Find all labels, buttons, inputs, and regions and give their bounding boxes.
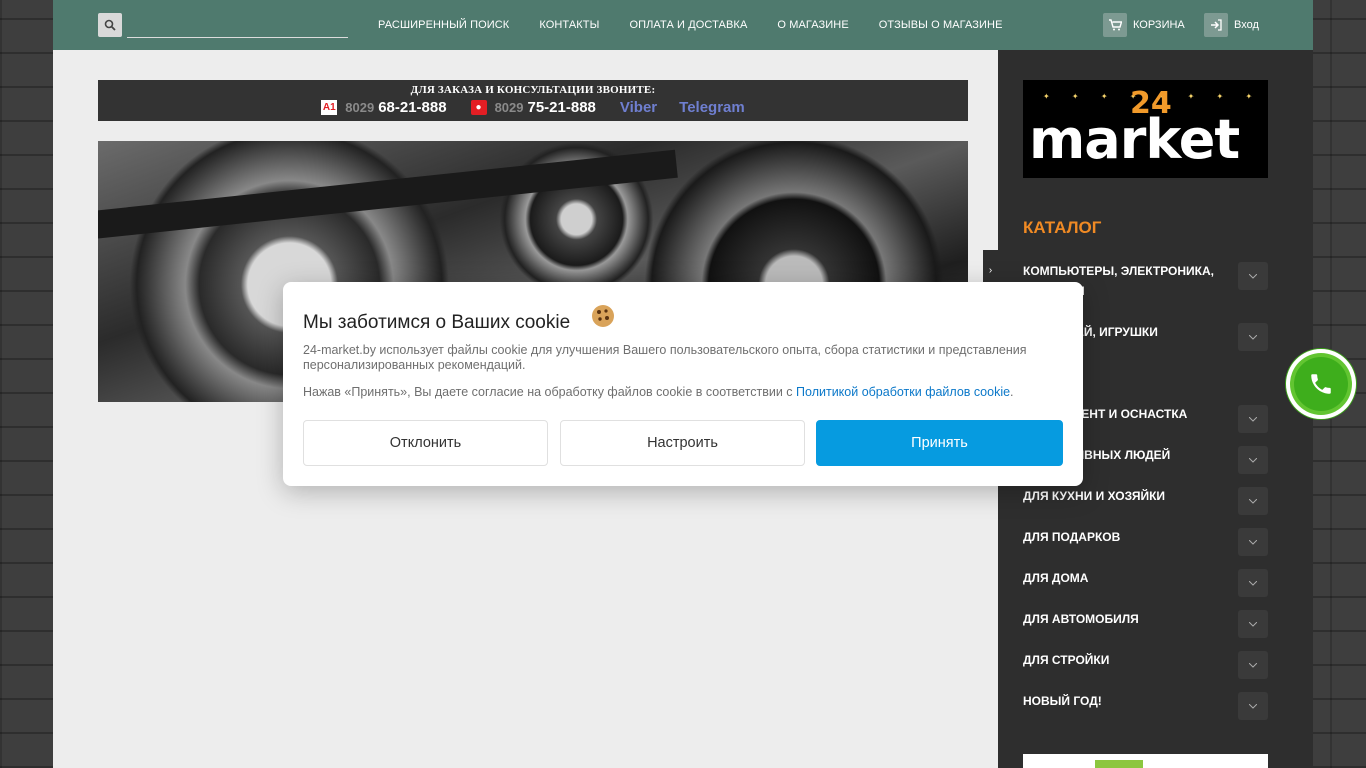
main-nav: РАСШИРЕННЫЙ ПОИСК КОНТАКТЫ ОПЛАТА И ДОСТ… xyxy=(378,0,1033,50)
cookie-description: 24-market.by использует файлы cookie для… xyxy=(303,343,1027,372)
phone-row: A1 8029 68-21-888 ● 8029 75-21-888 Viber T… xyxy=(98,99,968,116)
cookie-title: Мы заботимся о Ваших cookie xyxy=(303,312,571,333)
category-item[interactable]: ДЛЯ АВТОМОБИЛЯ xyxy=(1023,609,1268,650)
phone-icon xyxy=(1311,374,1331,394)
nav-reviews[interactable]: ОТЗЫВЫ О МАГАЗИНЕ xyxy=(879,19,1003,31)
chevron-down-icon[interactable] xyxy=(1238,569,1268,597)
category-item[interactable]: ДЛЯ СТРОЙКИ xyxy=(1023,650,1268,691)
login-label: Вход xyxy=(1234,19,1259,31)
phone-banner: ДЛЯ ЗАКАЗА И КОНСУЛЬТАЦИИ ЗВОНИТЕ: A1 80… xyxy=(98,80,968,121)
banner-mark xyxy=(1095,760,1143,768)
nav-advanced-search[interactable]: РАСШИРЕННЫЙ ПОИСК xyxy=(378,19,509,31)
cart-label: КОРЗИНА xyxy=(1133,19,1185,31)
configure-button[interactable]: Настроить xyxy=(560,420,805,466)
call-button[interactable] xyxy=(1286,349,1356,419)
cookie-icon xyxy=(592,305,614,327)
site-logo[interactable]: ✦ ✦ ✦ ✦ ✦ ✦ ✦ ✦ 24 market xyxy=(1023,80,1268,178)
cookie-consent-text: Нажав «Принять», Вы даете согласие на об… xyxy=(303,385,1014,399)
mts-logo-icon: ● xyxy=(470,100,487,115)
chevron-down-icon[interactable] xyxy=(1238,528,1268,556)
viber-link[interactable]: Viber xyxy=(620,99,657,116)
cart-link[interactable]: КОРЗИНА xyxy=(1103,13,1185,37)
sign-in-icon xyxy=(1204,13,1228,37)
nav-payment-delivery[interactable]: ОПЛАТА И ДОСТАВКА xyxy=(629,19,747,31)
chevron-down-icon[interactable] xyxy=(1238,405,1268,433)
decline-button[interactable]: Отклонить xyxy=(303,420,548,466)
hero-belt-shape xyxy=(98,149,678,241)
category-item[interactable]: ДЛЯ КУХНИ И ХОЗЯЙКИ xyxy=(1023,486,1268,527)
a1-phone[interactable]: 8029 68-21-888 xyxy=(345,99,446,116)
cart-icon xyxy=(1103,13,1127,37)
chevron-down-icon[interactable] xyxy=(1238,692,1268,720)
top-bar: РАСШИРЕННЫЙ ПОИСК КОНТАКТЫ ОПЛАТА И ДОСТ… xyxy=(53,0,1313,50)
chevron-down-icon[interactable] xyxy=(1238,610,1268,638)
nav-about[interactable]: О МАГАЗИНЕ xyxy=(777,19,848,31)
search-input[interactable] xyxy=(127,14,348,38)
cookie-policy-link[interactable]: Политикой обработки файлов cookie xyxy=(796,385,1010,399)
chevron-down-icon[interactable] xyxy=(1238,323,1268,351)
category-item[interactable]: ДЛЯ ПОДАРКОВ xyxy=(1023,527,1268,568)
search-button[interactable] xyxy=(98,13,122,37)
login-link[interactable]: Вход xyxy=(1204,13,1259,37)
category-item[interactable]: ДЛЯ ДОМА xyxy=(1023,568,1268,609)
mts-phone[interactable]: 8029 75-21-888 xyxy=(495,99,596,116)
search-icon xyxy=(104,19,116,31)
cookie-modal: Мы заботимся о Ваших cookie 24-market.by… xyxy=(283,282,1083,486)
a1-logo-icon: A1 xyxy=(321,100,338,115)
chevron-down-icon[interactable] xyxy=(1238,651,1268,679)
sidebar-banner[interactable] xyxy=(1023,754,1268,768)
chevron-down-icon[interactable] xyxy=(1238,262,1268,290)
category-item[interactable]: НОВЫЙ ГОД! xyxy=(1023,691,1268,732)
chevron-down-icon[interactable] xyxy=(1238,487,1268,515)
call-button-inner xyxy=(1294,357,1348,411)
chevron-down-icon[interactable] xyxy=(1238,446,1268,474)
nav-contacts[interactable]: КОНТАКТЫ xyxy=(539,19,599,31)
telegram-link[interactable]: Telegram xyxy=(679,99,745,116)
catalog-title: КАТАЛОГ xyxy=(1023,218,1102,237)
accept-button[interactable]: Принять xyxy=(816,420,1063,466)
logo-word: market xyxy=(1029,108,1240,171)
chevron-right-icon: › xyxy=(988,264,993,276)
phone-banner-title: ДЛЯ ЗАКАЗА И КОНСУЛЬТАЦИИ ЗВОНИТЕ: xyxy=(410,84,656,96)
